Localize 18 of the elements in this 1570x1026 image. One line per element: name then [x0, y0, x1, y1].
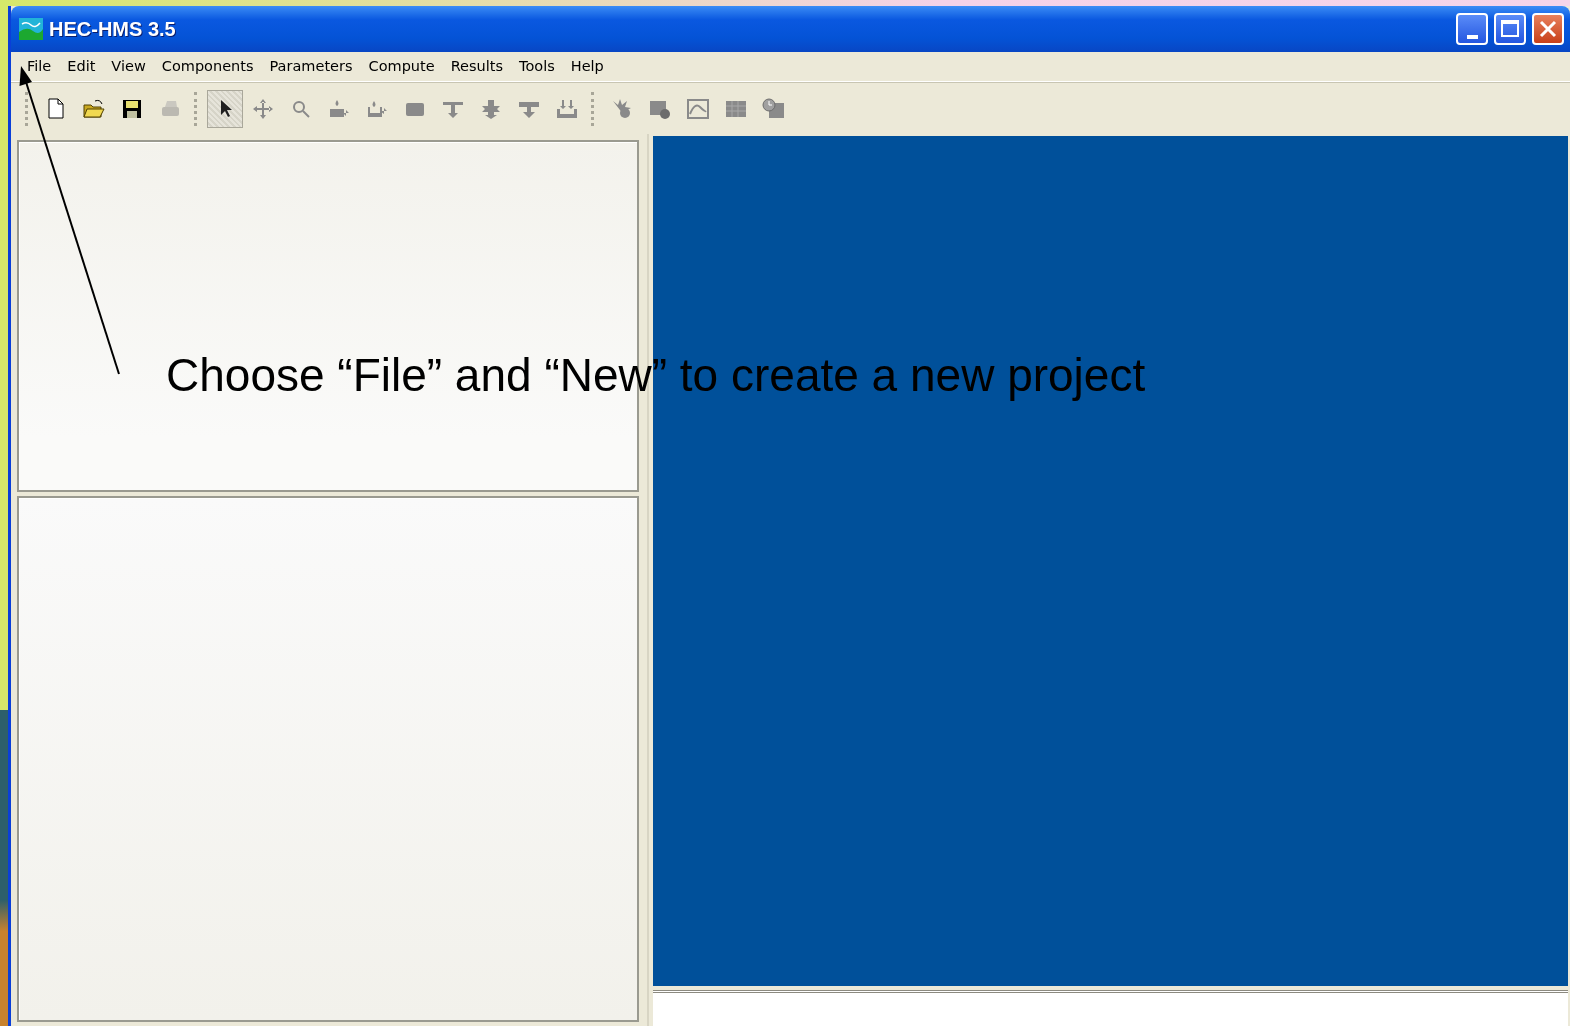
menu-item[interactable]: Compute: [360, 55, 443, 78]
window-title: HEC-HMS 3.5: [49, 17, 176, 42]
minimize-button[interactable]: [1456, 13, 1488, 45]
toolbar-button[interactable]: [207, 89, 243, 128]
close-button[interactable]: [1532, 13, 1564, 45]
menu-item[interactable]: Parameters: [261, 55, 361, 78]
graph-icon: [686, 96, 710, 121]
maximize-button[interactable]: [1494, 13, 1526, 45]
menu-item[interactable]: File: [19, 55, 60, 78]
menu-item[interactable]: Help: [562, 55, 612, 78]
menu-item[interactable]: Edit: [59, 55, 104, 78]
app-icon: [19, 18, 43, 40]
menu-item[interactable]: Components: [153, 55, 262, 78]
clock-table-icon: [762, 96, 786, 121]
minimize-icon: [1466, 34, 1478, 39]
menu-item[interactable]: View: [103, 55, 154, 78]
menu-item[interactable]: Tools: [511, 55, 563, 78]
menu-item[interactable]: Results: [442, 55, 511, 78]
